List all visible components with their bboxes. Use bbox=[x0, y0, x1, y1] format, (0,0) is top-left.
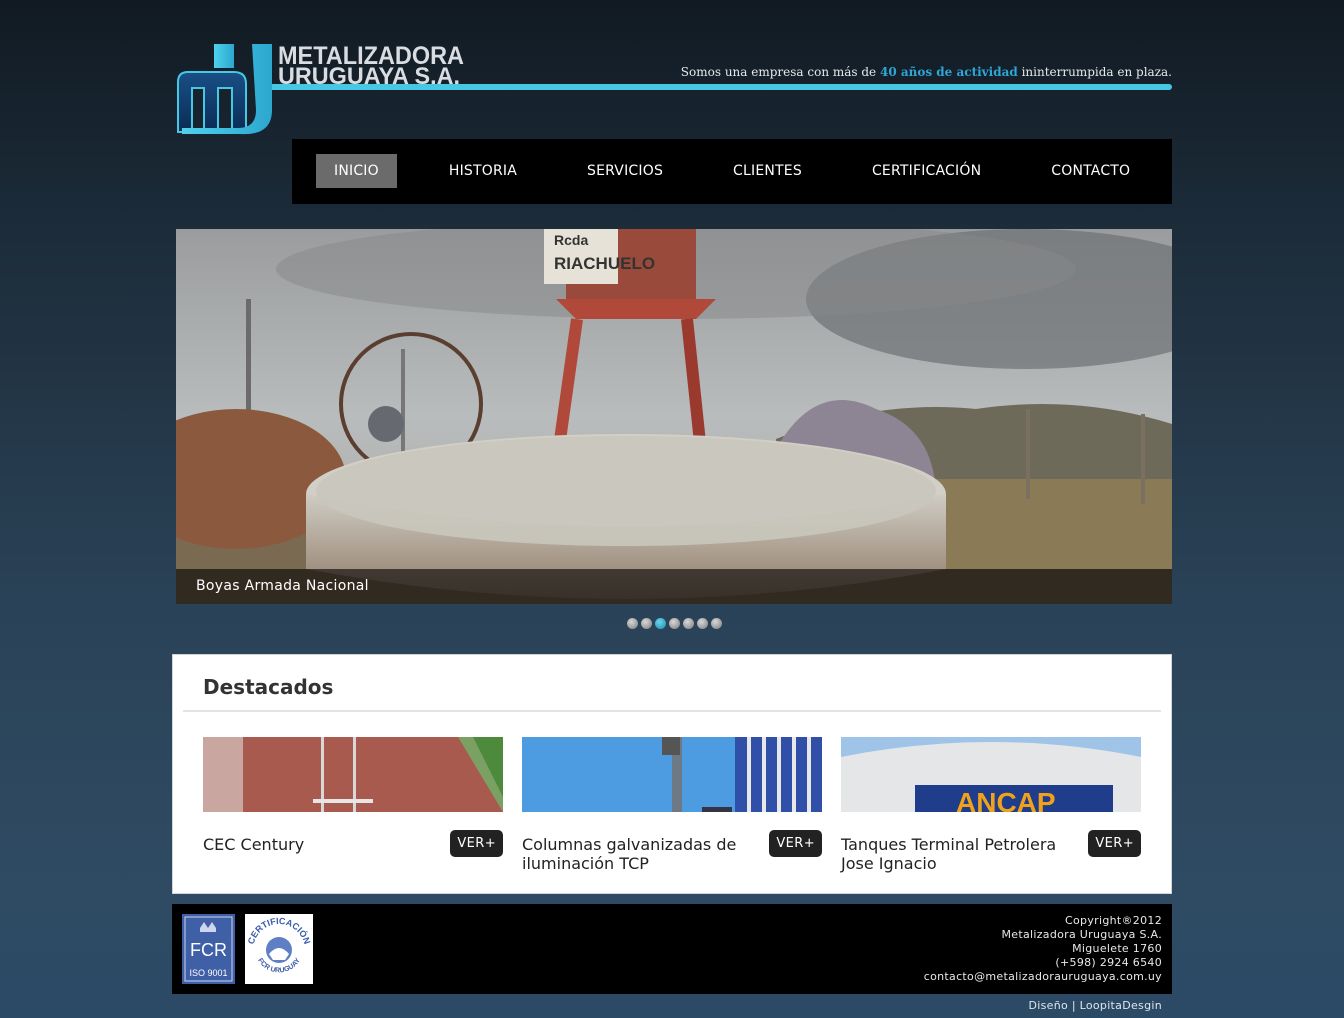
slider-dot[interactable] bbox=[711, 618, 722, 629]
view-more-button[interactable]: VER+ bbox=[450, 830, 503, 857]
featured-card[interactable]: CEC Century VER+ bbox=[203, 737, 503, 857]
featured-divider bbox=[183, 710, 1161, 712]
credit-designer-link[interactable]: LoopitaDesgin bbox=[1080, 999, 1162, 1012]
featured-heading: Destacados bbox=[203, 675, 334, 699]
slide-caption: Boyas Armada Nacional bbox=[176, 569, 1172, 604]
tagline: Somos una empresa con más de 40 años de … bbox=[681, 65, 1172, 79]
site-header: METALIZADORA URUGUAYA S.A. Somos una emp… bbox=[172, 40, 1172, 140]
header-accent-line bbox=[272, 84, 1172, 90]
slider-dot[interactable] bbox=[655, 618, 666, 629]
nav-item-inicio[interactable]: INICIO bbox=[316, 154, 397, 188]
certification-badge[interactable]: CERTIFICACIÓN FCR URUGUAY bbox=[245, 914, 313, 984]
slider-dot[interactable] bbox=[697, 618, 708, 629]
slide-image: Rcda RIACHUELO bbox=[176, 229, 1172, 604]
fcr-iso-badge[interactable]: FCR ISO 9001 bbox=[182, 914, 235, 984]
design-credit: Diseño | LoopitaDesgin bbox=[1028, 999, 1162, 1012]
footer-company: Metalizadora Uruguaya S.A. bbox=[1001, 928, 1162, 941]
credit-separator: | bbox=[1071, 999, 1076, 1012]
featured-title: CEC Century bbox=[203, 835, 305, 854]
fcr-badge-text: FCR bbox=[190, 940, 227, 960]
slider-dot[interactable] bbox=[669, 618, 680, 629]
slider-pagination bbox=[627, 618, 722, 629]
tank-sign-text: ANCAP bbox=[956, 787, 1056, 812]
nav-item-historia[interactable]: HISTORIA bbox=[431, 154, 535, 188]
tagline-before: Somos una empresa con más de bbox=[680, 65, 880, 79]
view-more-button[interactable]: VER+ bbox=[769, 830, 822, 857]
iso-badge-text: ISO 9001 bbox=[189, 968, 227, 978]
featured-card[interactable]: Columnas galvanizadas de iluminación TCP… bbox=[522, 737, 822, 873]
nav-item-servicios[interactable]: SERVICIOS bbox=[569, 154, 681, 188]
nav-item-certificacion[interactable]: CERTIFICACIÓN bbox=[854, 154, 999, 188]
tagline-highlight: 40 años de actividad bbox=[879, 65, 1018, 79]
featured-card[interactable]: ANCAP Tanques Terminal Petrolera Jose Ig… bbox=[841, 737, 1141, 873]
tagline-after: ininterrumpida en plaza. bbox=[1017, 65, 1172, 79]
footer-address: Miguelete 1760 bbox=[1072, 942, 1162, 955]
nav-item-contacto[interactable]: CONTACTO bbox=[1033, 154, 1148, 188]
slider-dot[interactable] bbox=[627, 618, 638, 629]
footer-contact-info: Copyright®2012 Metalizadora Uruguaya S.A… bbox=[924, 914, 1162, 984]
footer-email-link[interactable]: contacto@metalizadorauruguaya.com.uy bbox=[924, 970, 1162, 984]
main-nav: INICIO HISTORIA SERVICIOS CLIENTES CERTIFICA… bbox=[292, 139, 1172, 204]
credit-label: Diseño bbox=[1028, 999, 1069, 1012]
nav-item-clientes[interactable]: CLIENTES bbox=[715, 154, 820, 188]
featured-thumbnail[interactable] bbox=[203, 737, 503, 812]
featured-section: Destacados CEC Century VER+ Columnas gal… bbox=[172, 654, 1172, 894]
featured-title: Tanques Terminal Petrolera Jose Ignacio bbox=[841, 835, 1057, 873]
slider-dot[interactable] bbox=[683, 618, 694, 629]
hero-slider[interactable]: Rcda RIACHUELO Boyas Armada Nacional bbox=[176, 229, 1172, 604]
slide-sign-line2: RIACHUELO bbox=[554, 254, 655, 273]
slide-sign-line1: Rcda bbox=[554, 232, 588, 248]
footer-phone: (+598) 2924 6540 bbox=[1055, 956, 1162, 969]
view-more-button[interactable]: VER+ bbox=[1088, 830, 1141, 857]
slider-dot[interactable] bbox=[641, 618, 652, 629]
featured-thumbnail[interactable]: ANCAP bbox=[841, 737, 1141, 812]
site-footer: FCR ISO 9001 CERTIFICACIÓN FCR URUGUAY C… bbox=[172, 904, 1172, 994]
copyright-text: Copyright®2012 bbox=[1065, 914, 1162, 927]
featured-title: Columnas galvanizadas de iluminación TCP bbox=[522, 835, 737, 873]
featured-thumbnail[interactable] bbox=[522, 737, 822, 812]
